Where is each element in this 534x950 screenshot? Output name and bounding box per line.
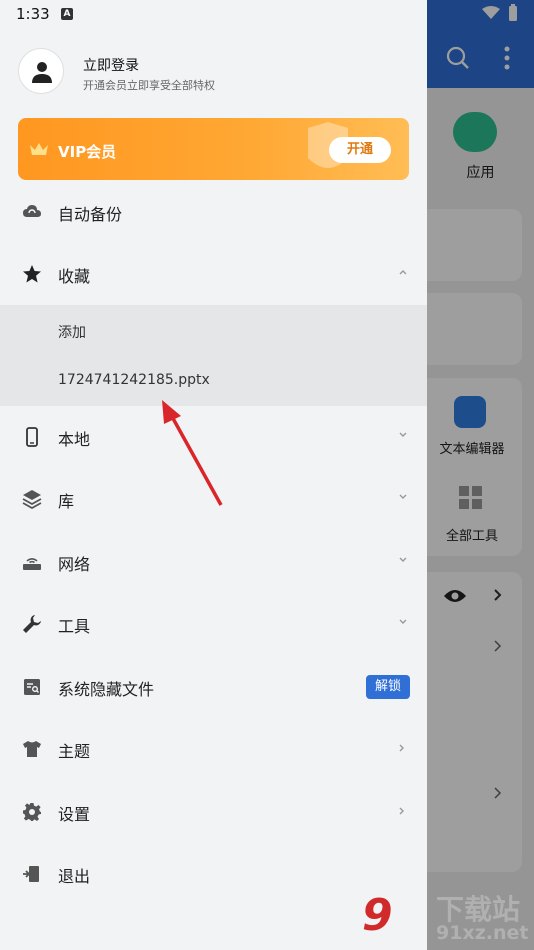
- unlock-badge[interactable]: 解锁: [366, 675, 410, 699]
- menu-item-local[interactable]: 本地: [0, 409, 427, 465]
- menu-label: 库: [58, 492, 75, 511]
- menu-label: 自动备份: [58, 205, 123, 224]
- shirt-icon: [23, 741, 41, 757]
- menu-label: 网络: [58, 555, 91, 574]
- menu-item-settings[interactable]: 设置: [0, 784, 427, 840]
- menu-item-network[interactable]: 网络: [0, 534, 427, 590]
- status-bar: 1:33 A: [0, 0, 427, 28]
- watermark-url: 91xz.net: [436, 922, 529, 944]
- login-subtitle: 开通会员立即享受全部特权: [83, 79, 215, 92]
- layers-icon: [22, 490, 42, 509]
- cloud-sync-icon: [23, 205, 41, 217]
- menu-label: 主题: [58, 742, 91, 761]
- navigation-drawer: 1:33 A 立即登录 开通会员立即享受全部特权 VIP会员 开通 自动备份 收…: [0, 0, 427, 950]
- menu-label: 本地: [58, 430, 91, 449]
- crown-icon: [30, 143, 48, 155]
- menu-label: 收藏: [58, 267, 91, 286]
- wrench-icon: [23, 615, 41, 633]
- chevron-right-icon: [399, 744, 404, 752]
- hidden-file-icon: [24, 679, 40, 695]
- menu-item-favorites[interactable]: 收藏: [0, 246, 427, 302]
- chevron-down-icon: [399, 432, 407, 437]
- phone-icon: [26, 427, 38, 447]
- vip-banner[interactable]: VIP会员 开通: [18, 118, 409, 180]
- favorite-file-item[interactable]: 1724741242185.pptx: [58, 372, 210, 388]
- watermark-logo: 9 下载站 91xz.net: [362, 888, 534, 950]
- favorites-add[interactable]: 添加: [58, 322, 86, 342]
- login-title[interactable]: 立即登录: [83, 55, 139, 75]
- menu-item-tools[interactable]: 工具: [0, 596, 427, 652]
- scrim-overlay[interactable]: [427, 0, 534, 950]
- person-icon: [32, 62, 52, 83]
- chevron-right-icon: [399, 807, 404, 815]
- menu-item-library[interactable]: 库: [0, 471, 427, 527]
- star-icon: [23, 265, 41, 283]
- gear-icon: [23, 803, 41, 821]
- chevron-down-icon: [399, 619, 407, 624]
- menu-label: 工具: [58, 617, 91, 636]
- chevron-up-icon: [399, 270, 407, 275]
- menu-item-theme[interactable]: 主题: [0, 721, 427, 777]
- menu-label: 退出: [58, 867, 91, 886]
- status-time: 1:33: [16, 5, 50, 23]
- watermark-mark: 9: [362, 890, 393, 941]
- router-icon: [23, 558, 41, 570]
- menu-label: 设置: [58, 805, 91, 824]
- menu-item-auto-backup[interactable]: 自动备份: [0, 184, 427, 240]
- profile-login[interactable]: 立即登录 开通会员立即享受全部特权: [18, 48, 418, 96]
- vip-label: VIP会员: [58, 143, 117, 161]
- notification-icon: A: [61, 8, 73, 20]
- chevron-down-icon: [399, 494, 407, 499]
- exit-icon: [23, 866, 39, 882]
- menu-label: 系统隐藏文件: [58, 680, 155, 699]
- menu-item-hidden-files[interactable]: 系统隐藏文件: [0, 659, 427, 715]
- vip-open-button[interactable]: 开通: [329, 137, 391, 163]
- chevron-down-icon: [399, 557, 407, 562]
- favorites-list: 添加 1724741242185.pptx: [0, 305, 427, 406]
- avatar[interactable]: [18, 48, 64, 94]
